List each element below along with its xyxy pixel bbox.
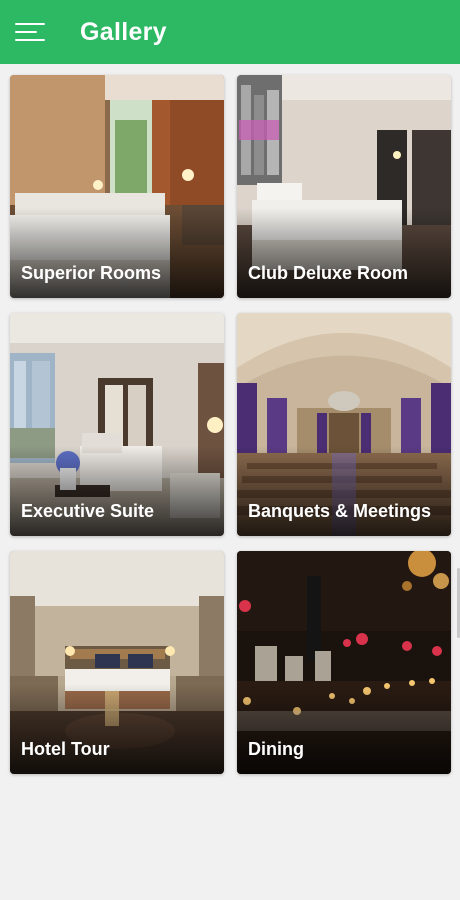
- gallery-card-banquets-meetings[interactable]: Banquets & Meetings: [237, 313, 451, 536]
- gallery-card-superior-rooms[interactable]: Superior Rooms: [10, 75, 224, 298]
- gallery-card-club-deluxe-room[interactable]: Club Deluxe Room: [237, 75, 451, 298]
- gallery-grid: Superior Rooms Club Deluxe Room Executiv…: [0, 0, 460, 900]
- gallery-card-hotel-tour[interactable]: Hotel Tour: [10, 551, 224, 774]
- gallery-card-executive-suite[interactable]: Executive Suite: [10, 313, 224, 536]
- card-shade: [10, 208, 224, 298]
- card-label: Superior Rooms: [21, 263, 162, 283]
- card-shade: [237, 208, 451, 298]
- gallery-card-dining[interactable]: Dining: [237, 551, 451, 774]
- card-label: Executive Suite: [21, 501, 155, 521]
- card-shade: [237, 446, 451, 536]
- card-label: Hotel Tour: [21, 739, 110, 759]
- card-shade: [10, 684, 224, 774]
- card-shade: [10, 446, 224, 536]
- card-label: Dining: [248, 739, 304, 759]
- card-label: Banquets & Meetings: [248, 501, 432, 521]
- card-label: Club Deluxe Room: [248, 263, 409, 283]
- card-shade: [237, 684, 451, 774]
